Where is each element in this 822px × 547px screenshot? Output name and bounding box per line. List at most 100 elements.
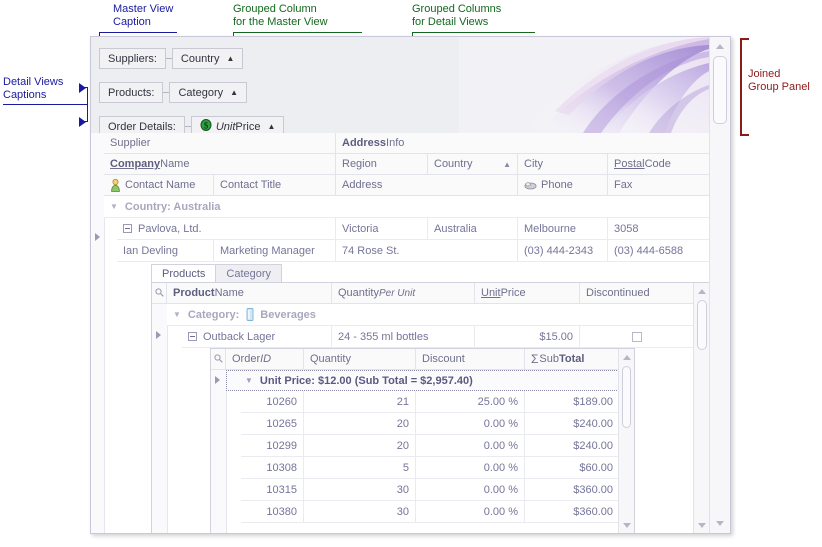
cell-order-id[interactable]: 10308 [241,457,304,479]
column-header-postal-code[interactable]: Postal Code [608,154,709,175]
column-header-fax[interactable]: Fax [608,175,709,196]
group-panel-caption-suppliers[interactable]: Suppliers: [99,48,166,69]
column-header-discontinued[interactable]: Discontinued [580,283,694,304]
column-header-discount[interactable]: Discount [416,349,525,370]
group-panel-caption-order-details[interactable]: Order Details: [99,116,185,133]
column-header-address[interactable]: Address [336,175,518,196]
cell-order-id[interactable]: 10265 [241,413,304,435]
cell-postal-code[interactable]: 3058 [608,218,709,240]
cell-discontinued[interactable] [580,326,694,348]
scroll-down-icon[interactable] [698,523,706,528]
column-header-product-name[interactable]: Product Name [167,283,332,304]
joined-group-panel[interactable]: Suppliers: Country ▲ Products: Category … [91,37,709,134]
sort-ascending-icon[interactable]: ▲ [267,122,275,131]
cell-address[interactable]: 74 Rose St. [336,240,518,262]
cell-fax[interactable]: (03) 444-6588 [608,240,709,262]
column-header-region[interactable]: Region [336,154,428,175]
column-header-country[interactable]: Country ▲ [428,154,518,175]
cell-discount[interactable]: 25.00 % [416,391,525,413]
group-panel-row-order-details[interactable]: Order Details: $ Unit Price ▲ [99,116,285,133]
cell-sub-total[interactable]: $360.00 [525,501,619,523]
scrollbar-thumb[interactable] [622,366,631,428]
cell-discount[interactable]: 0.00 % [416,413,525,435]
cell-discount[interactable]: 0.00 % [416,435,525,457]
group-panel-column-category[interactable]: Category ▲ [169,82,248,103]
column-header-order-id[interactable]: Order ID [226,349,304,370]
column-header-contact-title[interactable]: Contact Title [214,175,336,196]
tab-products[interactable]: Products [151,264,217,282]
cell-contact-name[interactable]: Ian Devling [117,240,214,262]
scroll-up-icon[interactable] [698,289,706,294]
group-row-country-australia[interactable]: ▼ Country: Australia [104,196,709,218]
expand-collapse-icon[interactable] [123,224,132,233]
scrollbar-thumb[interactable] [713,56,727,124]
group-panel-row-suppliers[interactable]: Suppliers: Country ▲ [99,48,244,69]
cell-orders-quantity[interactable]: 20 [304,413,416,435]
main-vertical-scrollbar[interactable] [709,37,730,533]
column-header-city[interactable]: City [518,154,608,175]
group-panel-column-country[interactable]: Country ▲ [171,48,244,69]
cell-quantity-per-unit[interactable]: 24 - 355 ml bottles [332,326,475,348]
cell-orders-quantity[interactable]: 30 [304,479,416,501]
group-row-category-beverages[interactable]: ▼ Category: Beverages [167,304,694,326]
sort-ascending-icon[interactable]: ▲ [226,54,234,63]
cell-sub-total[interactable]: $240.00 [525,435,619,457]
expand-collapse-icon[interactable] [188,332,197,341]
column-header-contact-name[interactable]: Contact Name [104,175,214,196]
column-header-company-name[interactable]: Company Name [104,154,336,175]
scroll-down-icon[interactable] [622,523,631,528]
column-header-orders-quantity[interactable]: Quantity [304,349,416,370]
orders-find-panel-icon-header[interactable] [211,349,226,370]
cell-order-id[interactable]: 10299 [241,435,304,457]
collapse-triangle-icon[interactable]: ▼ [173,310,181,319]
cell-region[interactable]: Victoria [336,218,428,240]
cell-orders-quantity[interactable]: 5 [304,457,416,479]
discontinued-checkbox[interactable] [632,331,642,342]
cell-company-name[interactable]: Pavlova, Ltd. [117,218,336,240]
cell-discount[interactable]: 0.00 % [416,501,525,523]
products-vertical-scrollbar[interactable] [693,283,709,533]
find-panel-icon-header[interactable] [152,283,167,304]
column-header-unit-price[interactable]: Unit Price [475,283,580,304]
cell-orders-quantity[interactable]: 20 [304,435,416,457]
cell-unit-price[interactable]: $15.00 [475,326,580,348]
column-header-quantity-per-unit[interactable]: Quantity Per Unit [332,283,475,304]
scroll-down-icon[interactable] [716,521,724,526]
sort-ascending-icon[interactable]: ▲ [230,88,238,97]
tab-category[interactable]: Category [215,264,283,282]
cell-sub-total[interactable]: $240.00 [525,413,619,435]
cell-discount[interactable]: 0.00 % [416,479,525,501]
cell-product-name[interactable]: Outback Lager [182,326,332,348]
scrollbar-thumb[interactable] [697,300,707,350]
collapse-triangle-icon[interactable]: ▼ [110,202,118,211]
cell-city[interactable]: Melbourne [518,218,608,240]
band-header-supplier[interactable]: Supplier [104,133,336,154]
scroll-up-icon[interactable] [716,44,724,49]
band-header-address-info[interactable]: Address Info [336,133,709,154]
cell-discount[interactable]: 0.00 % [416,457,525,479]
cell-order-id[interactable]: 10260 [241,391,304,413]
cell-orders-quantity[interactable]: 30 [304,501,416,523]
group-panel-caption-products[interactable]: Products: [99,82,164,103]
cell-country[interactable]: Australia [428,218,518,240]
group-panel-column-unit-price[interactable]: $ Unit Price ▲ [190,116,285,133]
sort-ascending-icon[interactable]: ▲ [503,160,511,169]
column-header-phone[interactable]: Phone [518,175,608,196]
cell-order-id[interactable]: 10315 [241,479,304,501]
scroll-up-icon[interactable] [622,355,631,360]
cell-orders-quantity[interactable]: 21 [304,391,416,413]
collapse-triangle-icon[interactable]: ▼ [245,376,253,385]
cell-order-id[interactable]: 10380 [241,501,304,523]
cell-sub-total[interactable]: $60.00 [525,457,619,479]
order-details-vertical-scrollbar[interactable] [618,349,634,533]
search-icon[interactable] [213,353,223,365]
detail-tabs[interactable]: Products Category [151,264,283,282]
cell-sub-total[interactable]: $189.00 [525,391,619,413]
search-icon[interactable] [154,287,164,299]
cell-contact-title[interactable]: Marketing Manager [214,240,336,262]
cell-phone[interactable]: (03) 444-2343 [518,240,608,262]
cell-sub-total[interactable]: $360.00 [525,479,619,501]
group-row-unit-price[interactable]: ▼ Unit Price: $12.00 (Sub Total = $2,957… [226,370,619,391]
column-header-sub-total[interactable]: Σ Sub Total [525,349,619,370]
group-panel-row-products[interactable]: Products: Category ▲ [99,82,248,103]
